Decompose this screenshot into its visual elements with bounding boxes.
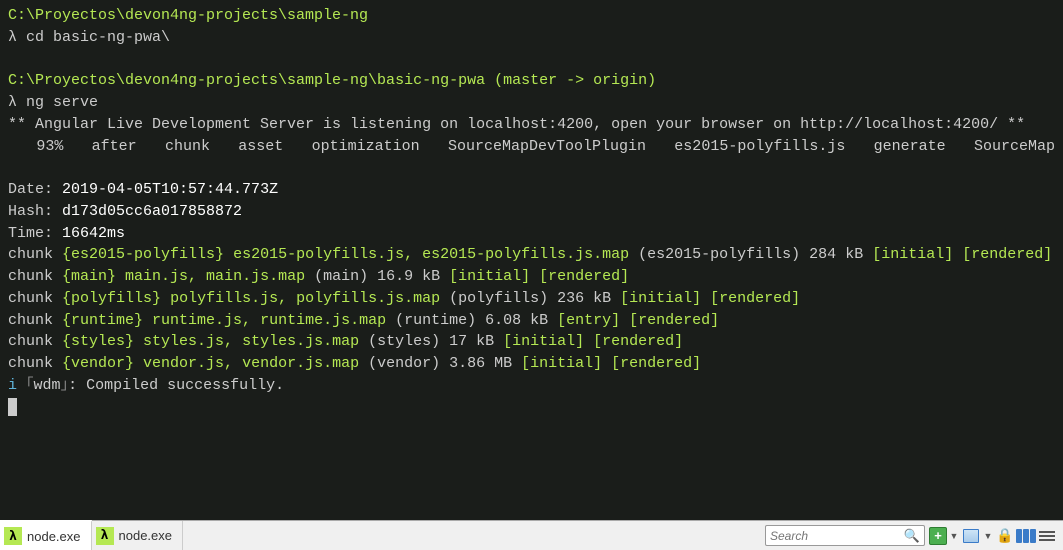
cwd-path: C:\Proyectos\devon4ng-projects\sample-ng xyxy=(8,7,368,24)
lock-icon[interactable]: 🔒 xyxy=(995,526,1015,546)
new-tab-dropdown[interactable]: ▼ xyxy=(948,526,960,546)
info-icon: i xyxy=(8,377,17,394)
chunk-line: chunk {styles} styles.js, styles.js.map … xyxy=(8,331,1055,353)
window-icon[interactable] xyxy=(961,526,981,546)
git-branch: (master -> origin) xyxy=(494,72,656,89)
bracket: ｣ xyxy=(61,377,69,394)
search-box[interactable]: 🔍 xyxy=(765,525,925,546)
terminal-output[interactable]: C:\Proyectos\devon4ng-projects\sample-ng… xyxy=(0,0,1063,520)
tab-label: node.exe xyxy=(27,529,81,544)
window-dropdown[interactable]: ▼ xyxy=(982,526,994,546)
value: 16642ms xyxy=(62,225,125,242)
label: Hash: xyxy=(8,203,53,220)
lambda-icon: λ xyxy=(96,527,114,545)
tab-node-2[interactable]: λ node.exe xyxy=(92,521,184,550)
value: 2019-04-05T10:57:44.773Z xyxy=(62,181,278,198)
cwd-path: C:\Proyectos\devon4ng-projects\sample-ng… xyxy=(8,72,485,89)
value: d173d05cc6a017858872 xyxy=(62,203,242,220)
compile-status: : Compiled successfully. xyxy=(68,377,284,394)
search-icon[interactable]: 🔍 xyxy=(904,528,920,544)
chunk-line: chunk {polyfills} polyfills.js, polyfill… xyxy=(8,288,1055,310)
output-line: ** Angular Live Development Server is li… xyxy=(8,114,1055,136)
tab-node-1[interactable]: λ node.exe xyxy=(0,520,92,550)
cursor xyxy=(8,398,17,416)
chunk-line: chunk {es2015-polyfills} es2015-polyfill… xyxy=(8,244,1055,266)
new-tab-button[interactable]: + xyxy=(929,527,947,545)
prompt-symbol: λ xyxy=(8,29,17,46)
chunk-line: chunk {vendor} vendor.js, vendor.js.map … xyxy=(8,353,1055,375)
status-bar: λ node.exe λ node.exe 🔍 + ▼ ▼ 🔒 xyxy=(0,520,1063,550)
wdm-label: wdm xyxy=(34,377,61,394)
label: Time: xyxy=(8,225,53,242)
bracket: ｢ xyxy=(26,377,34,394)
label: Date: xyxy=(8,181,53,198)
chunk-line: chunk {main} main.js, main.js.map (main)… xyxy=(8,266,1055,288)
search-input[interactable] xyxy=(770,529,904,543)
panels-icon[interactable] xyxy=(1016,526,1036,546)
command-text: cd basic-ng-pwa\ xyxy=(26,29,170,46)
command-text: ng serve xyxy=(26,94,98,111)
prompt-symbol: λ xyxy=(8,94,17,111)
lambda-icon: λ xyxy=(4,527,22,545)
menu-button[interactable] xyxy=(1037,526,1057,546)
chunk-line: chunk {runtime} runtime.js, runtime.js.m… xyxy=(8,310,1055,332)
output-line: 93% after chunk asset optimization Sourc… xyxy=(8,136,1055,158)
tab-label: node.exe xyxy=(119,528,173,543)
